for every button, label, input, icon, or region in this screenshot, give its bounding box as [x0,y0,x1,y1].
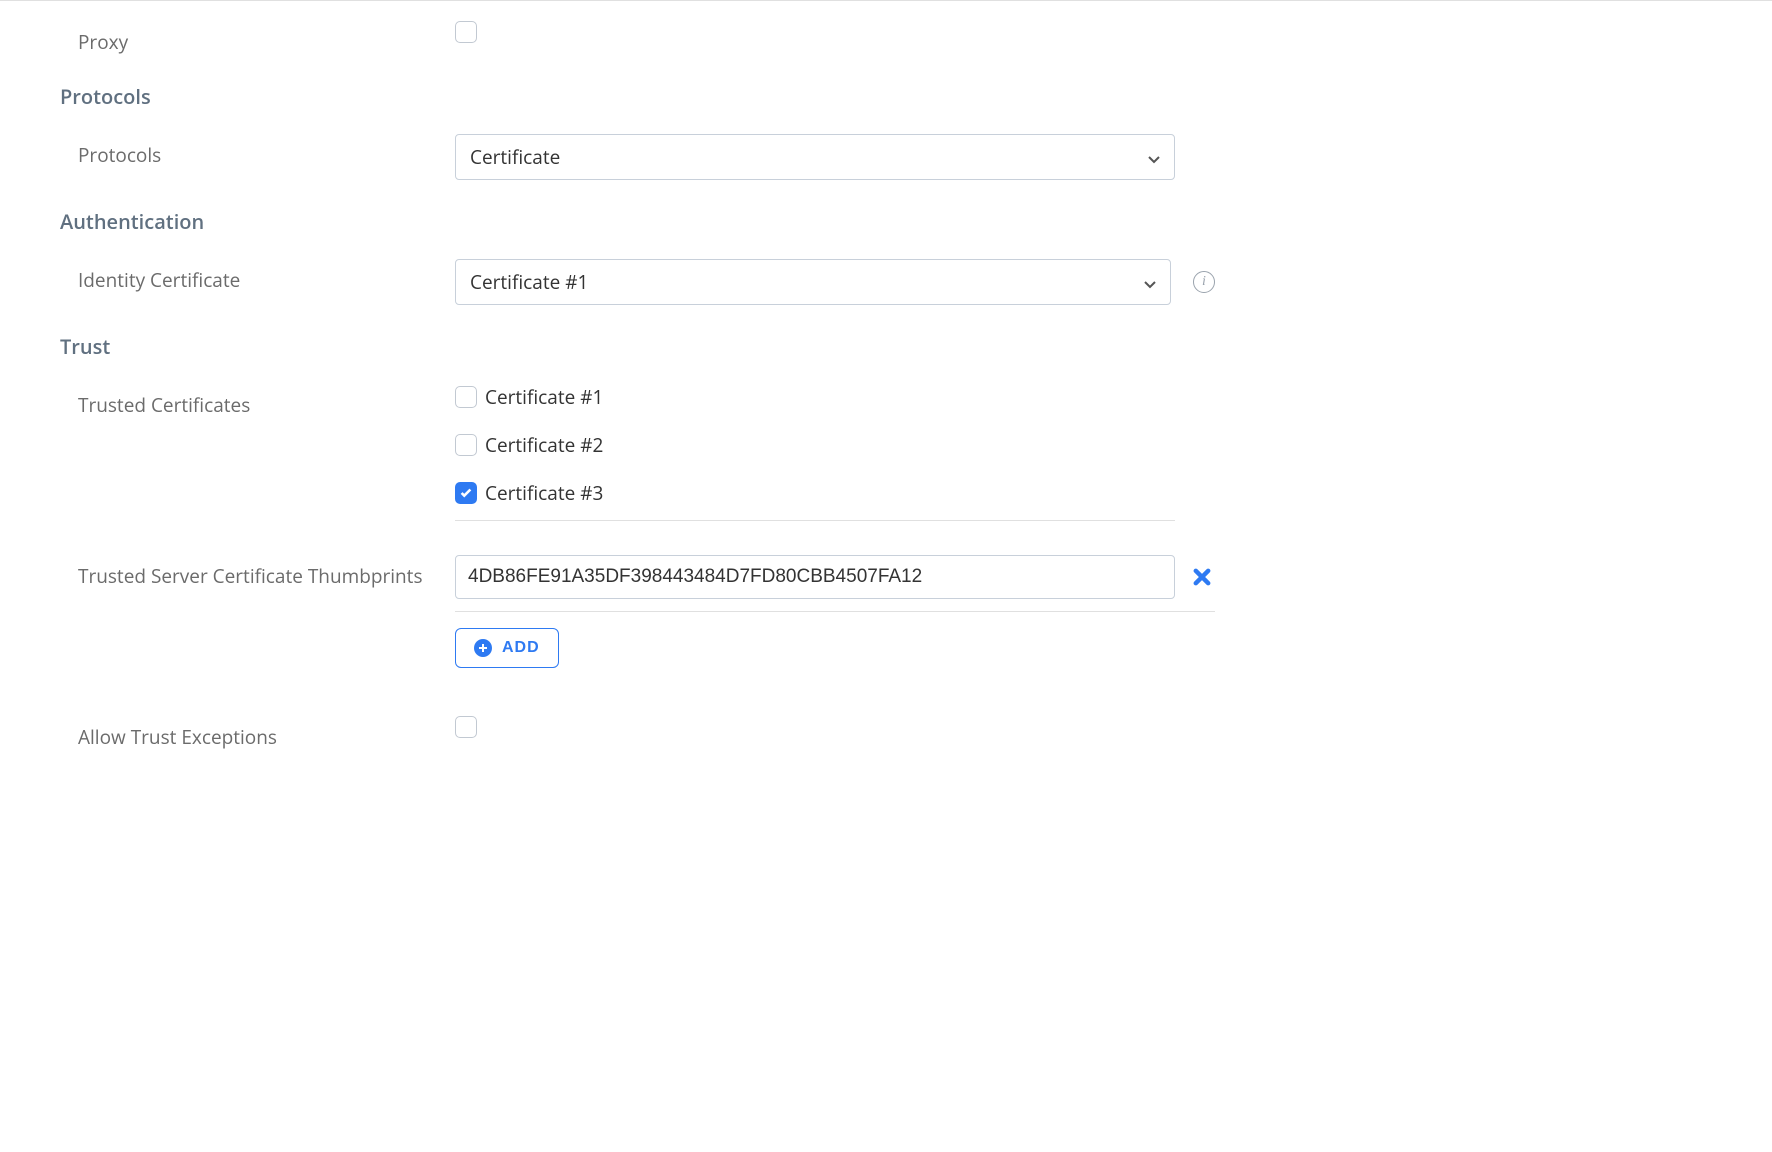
vpn-settings-form: Proxy Protocols Protocols Certificate Au… [0,1,1400,808]
trusted-cert-item: Certificate #2 [455,432,1175,458]
protocols-select[interactable]: Certificate [455,134,1175,180]
allow-trust-exceptions-row: Allow Trust Exceptions [60,716,1340,750]
trusted-certificates-list: Certificate #1 Certificate #2 Certificat… [455,384,1175,521]
trusted-cert-item-label: Certificate #1 [485,384,603,410]
protocols-row: Protocols Certificate [60,134,1340,180]
proxy-row: Proxy [60,21,1340,55]
add-thumbprint-button[interactable]: ADD [455,628,559,668]
thumbprints-row: Trusted Server Certificate Thumbprints A… [60,555,1340,668]
trusted-certificates-label: Trusted Certificates [60,384,455,418]
thumbprints-label: Trusted Server Certificate Thumbprints [60,555,455,589]
trusted-cert-item: Certificate #1 [455,384,1175,410]
identity-certificate-row: Identity Certificate Certificate #1 i [60,259,1340,305]
chevron-down-icon [1144,269,1156,295]
trusted-certificates-row: Trusted Certificates Certificate #1 Cert… [60,384,1340,521]
trusted-cert-item-label: Certificate #2 [485,432,603,458]
trusted-cert-checkbox-3[interactable] [455,482,477,504]
protocols-label: Protocols [60,134,455,168]
allow-trust-exceptions-checkbox[interactable] [455,716,477,738]
thumbprint-input[interactable] [455,555,1175,599]
trusted-cert-item: Certificate #3 [455,480,1175,506]
identity-certificate-label: Identity Certificate [60,259,455,293]
trusted-cert-checkbox-1[interactable] [455,386,477,408]
trust-heading: Trust [60,333,1340,360]
thumbprints-block: ADD [455,555,1215,668]
authentication-heading: Authentication [60,208,1340,235]
remove-icon[interactable] [1193,568,1211,586]
protocols-select-value: Certificate [470,144,560,170]
trusted-cert-item-label: Certificate #3 [485,480,603,506]
info-icon[interactable]: i [1193,271,1215,293]
thumbprint-entry [455,555,1215,612]
proxy-checkbox[interactable] [455,21,477,43]
trusted-cert-checkbox-2[interactable] [455,434,477,456]
allow-trust-exceptions-label: Allow Trust Exceptions [60,716,455,750]
proxy-label: Proxy [60,21,455,55]
identity-certificate-select[interactable]: Certificate #1 [455,259,1171,305]
protocols-heading: Protocols [60,83,1340,110]
chevron-down-icon [1148,144,1160,170]
add-button-label: ADD [502,639,540,657]
plus-circle-icon [474,639,492,657]
identity-certificate-select-value: Certificate #1 [470,269,588,295]
